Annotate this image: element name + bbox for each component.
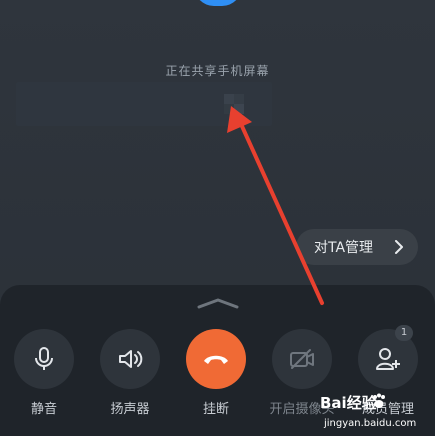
watermark: Bai经验 jingyan.baidu.com: [318, 392, 433, 434]
watermark-logo: Bai经验: [320, 394, 377, 412]
watermark-url: jingyan.baidu.com: [324, 418, 417, 429]
annotation-arrow: [227, 106, 324, 305]
call-screen: 正在共享手机屏幕 对TA管理 静音 扬声器 挂断 开启摄像头 1 成员管理 Ba…: [0, 0, 435, 436]
